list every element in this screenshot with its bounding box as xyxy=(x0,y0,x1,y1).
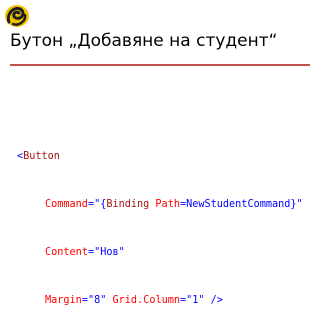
code-line-4: Margin="8" Grid.Column="1" /> xyxy=(17,293,303,309)
code-line-2: Command="{Binding Path=NewStudentCommand… xyxy=(17,197,303,213)
code-attr-command: Command xyxy=(45,199,88,210)
code-token: =" xyxy=(81,295,95,306)
code-token: }" xyxy=(290,199,303,210)
code-token: /> xyxy=(204,295,223,306)
code-binding-keyword: Binding xyxy=(106,199,150,210)
code-token: " xyxy=(100,295,107,306)
code-attr-grid-column: Grid.Column xyxy=(112,295,180,306)
code-token: =" xyxy=(87,247,101,258)
code-content-value: Нов xyxy=(100,247,119,258)
code-token: ="{ xyxy=(87,199,107,210)
code-path-value: NewStudentCommand xyxy=(186,199,291,210)
code-attr-margin: Margin xyxy=(45,295,82,306)
slide-title: Бутон „Добавяне на студент“ xyxy=(10,31,278,51)
code-token: =" xyxy=(179,295,193,306)
code-tag-button: Button xyxy=(23,151,60,162)
code-line-3: Content="Нов" xyxy=(17,245,303,261)
code-attr-path: Path xyxy=(155,199,180,210)
title-divider xyxy=(10,64,310,66)
code-line-1: <Button xyxy=(17,149,303,165)
xaml-code-block: <Button Command="{Binding Path=NewStuden… xyxy=(17,117,303,325)
code-token: " xyxy=(118,247,125,258)
code-attr-content: Content xyxy=(45,247,88,258)
knot-logo-icon xyxy=(2,2,32,30)
